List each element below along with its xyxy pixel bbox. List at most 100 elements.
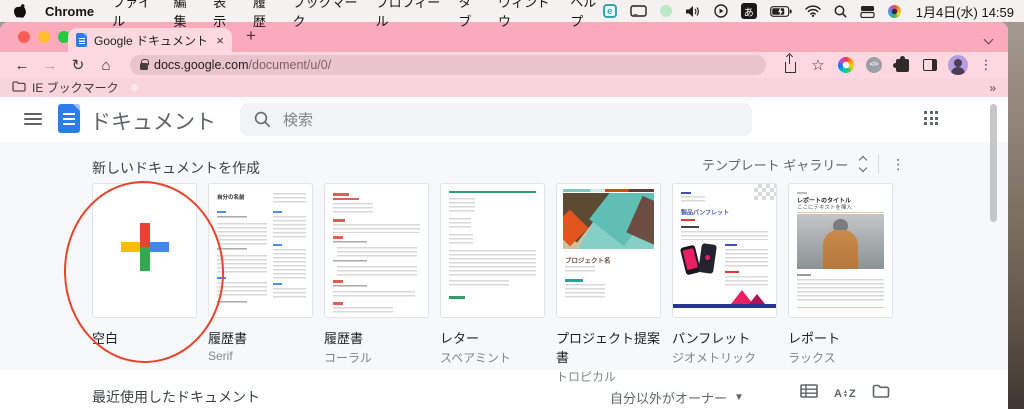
template-thumb-report-lux: レポートのタイトル ここにテキストを挿入: [788, 183, 893, 318]
search-input[interactable]: 検索: [240, 103, 752, 136]
profile-avatar[interactable]: [946, 55, 970, 75]
forward-button[interactable]: →: [38, 57, 62, 74]
extensions-puzzle-icon[interactable]: [890, 59, 914, 72]
template-thumb-resume-serif: 自分の名前: [208, 183, 313, 318]
spotlight-search-icon[interactable]: [834, 3, 847, 19]
template-gallery-toggle-icon[interactable]: [860, 157, 866, 171]
template-title: 履歴書: [208, 328, 313, 347]
siri-icon[interactable]: [888, 3, 901, 19]
scrollbar-thumb[interactable]: [990, 104, 997, 222]
template-options-menu-icon[interactable]: ⋮: [891, 156, 905, 173]
reload-button[interactable]: ↻: [66, 56, 90, 74]
owner-filter-label: 自分以外がオーナー: [610, 388, 727, 407]
url-text: docs.google.com/document/u/0/: [154, 58, 331, 72]
battery-icon[interactable]: [770, 3, 792, 19]
browser-menu-icon[interactable]: ⋮: [974, 57, 998, 73]
menubar-clock[interactable]: 1月4日(水) 14:59: [916, 2, 1014, 21]
divider: [878, 154, 879, 174]
thumb-subheading: ここにテキストを挿入: [797, 203, 893, 211]
lock-icon[interactable]: [140, 63, 148, 70]
template-thumb-resume-coral: [324, 183, 429, 318]
browser-toolbar: ← → ↻ ⌂ docs.google.com/document/u/0/ ☆ …: [0, 52, 1008, 78]
back-button[interactable]: ←: [10, 57, 34, 74]
bookmark-ie-folder[interactable]: IE ブックマーク: [32, 79, 119, 96]
main-menu-hamburger-icon[interactable]: [24, 113, 42, 128]
menu-profiles[interactable]: プロフィール: [376, 0, 441, 30]
tab-title: Google ドキュメント: [94, 32, 209, 49]
share-button[interactable]: [778, 58, 802, 73]
template-subtitle: Serif: [208, 349, 313, 363]
menu-tab[interactable]: タブ: [458, 0, 480, 30]
create-section-title: 新しいドキュメントを作成: [92, 158, 260, 178]
template-card-resume-coral[interactable]: 履歴書 コーラル: [324, 183, 429, 385]
macos-menubar: Chrome ファイル 編集 表示 履歴 ブックマーク プロフィール タブ ウィ…: [0, 0, 1024, 22]
template-card-project-tropic[interactable]: プロジェクト名 プロジェクト提案書 トロピカル: [556, 183, 661, 385]
template-title: 履歴書: [324, 328, 429, 347]
template-card-resume-serif[interactable]: 自分の名前: [208, 183, 313, 385]
list-view-icon[interactable]: [800, 384, 818, 403]
extension-colorwheel-icon[interactable]: [834, 57, 858, 73]
report-photo: [797, 214, 884, 269]
open-file-picker-folder-icon[interactable]: [872, 384, 890, 403]
sort-az-icon[interactable]: A ▲▼ Z: [834, 388, 856, 400]
template-subtitle: ラックス: [788, 349, 893, 366]
minimize-window-button[interactable]: [38, 31, 50, 43]
menu-file[interactable]: ファイル: [112, 0, 155, 30]
url-path: /document/u/0/: [249, 58, 332, 72]
docs-favicon: [76, 33, 87, 47]
notification-dot-icon[interactable]: [660, 3, 672, 19]
template-subtitle: ジオメトリック: [672, 349, 777, 366]
docs-app-title: ドキュメント: [90, 106, 216, 136]
recent-section-title: 最近使用したドキュメント: [92, 387, 260, 407]
dropdown-arrow-icon: ▼: [734, 392, 744, 403]
play-circle-icon[interactable]: [714, 3, 728, 19]
volume-icon[interactable]: [685, 3, 701, 19]
extension-code-icon[interactable]: </>: [862, 57, 886, 73]
screen-mirroring-icon[interactable]: [630, 3, 647, 19]
template-thumb-project-tropic: プロジェクト名: [556, 183, 661, 318]
template-subtitle: スペアミント: [440, 349, 545, 366]
docs-header: ドキュメント 検索: [0, 97, 1008, 142]
url-host: docs.google.com: [154, 58, 249, 72]
menu-window[interactable]: ウィンドウ: [498, 0, 552, 30]
bookmark-item-favicon[interactable]: [131, 84, 138, 91]
template-card-report-lux[interactable]: レポートのタイトル ここにテキストを挿入 レポート ラックス: [788, 183, 893, 385]
search-placeholder: 検索: [283, 109, 313, 130]
owner-filter-dropdown[interactable]: 自分以外がオーナー ▼: [610, 388, 744, 407]
template-card-letter-spearmint[interactable]: レター スペアミント: [440, 183, 545, 385]
thumb-heading: 製品パンフレット: [681, 208, 777, 217]
input-method-icon[interactable]: あ: [741, 3, 757, 19]
tab-close-icon[interactable]: ×: [216, 33, 224, 48]
bookmarks-bar: IE ブックマーク »: [0, 78, 1008, 97]
display-arrangement-icon[interactable]: [860, 3, 875, 19]
extension-e-icon[interactable]: e: [603, 3, 617, 19]
template-title: パンフレット: [672, 328, 777, 347]
template-gallery-button[interactable]: テンプレート ギャラリー: [702, 155, 848, 174]
address-bar[interactable]: docs.google.com/document/u/0/: [130, 55, 766, 75]
menu-history[interactable]: 履歴: [253, 0, 275, 30]
menu-edit[interactable]: 編集: [173, 0, 195, 30]
template-title: レポート: [788, 328, 893, 347]
menu-help[interactable]: ヘルプ: [570, 0, 603, 30]
home-button[interactable]: ⌂: [94, 57, 118, 74]
search-icon: [254, 111, 271, 128]
wifi-icon[interactable]: [805, 3, 821, 19]
close-window-button[interactable]: [18, 31, 30, 43]
tab-search-chevron-icon[interactable]: [985, 30, 992, 48]
google-apps-grid-icon[interactable]: [924, 111, 940, 127]
template-thumb-brochure-geometric: 製品パンフレット: [672, 183, 777, 318]
tab-google-docs[interactable]: Google ドキュメント ×: [68, 28, 232, 52]
thumb-heading: プロジェクト名: [565, 255, 661, 265]
apple-icon[interactable]: [14, 3, 27, 19]
menu-view[interactable]: 表示: [213, 0, 235, 30]
side-panel-icon[interactable]: [918, 59, 942, 71]
template-title: レター: [440, 328, 545, 347]
bookmark-star-icon[interactable]: ☆: [806, 56, 830, 74]
template-card-brochure-geometric[interactable]: 製品パンフレット パンフレット ジオメトリック: [672, 183, 777, 385]
template-title: プロジェクト提案書: [556, 328, 661, 366]
menu-bookmarks[interactable]: ブックマーク: [293, 0, 358, 30]
docs-logo[interactable]: [58, 104, 80, 133]
chrome-window: Google ドキュメント × + ← → ↻ ⌂ docs.google.co…: [0, 22, 1008, 409]
active-app-name[interactable]: Chrome: [45, 4, 94, 19]
bookmarks-overflow-icon[interactable]: »: [989, 81, 996, 95]
